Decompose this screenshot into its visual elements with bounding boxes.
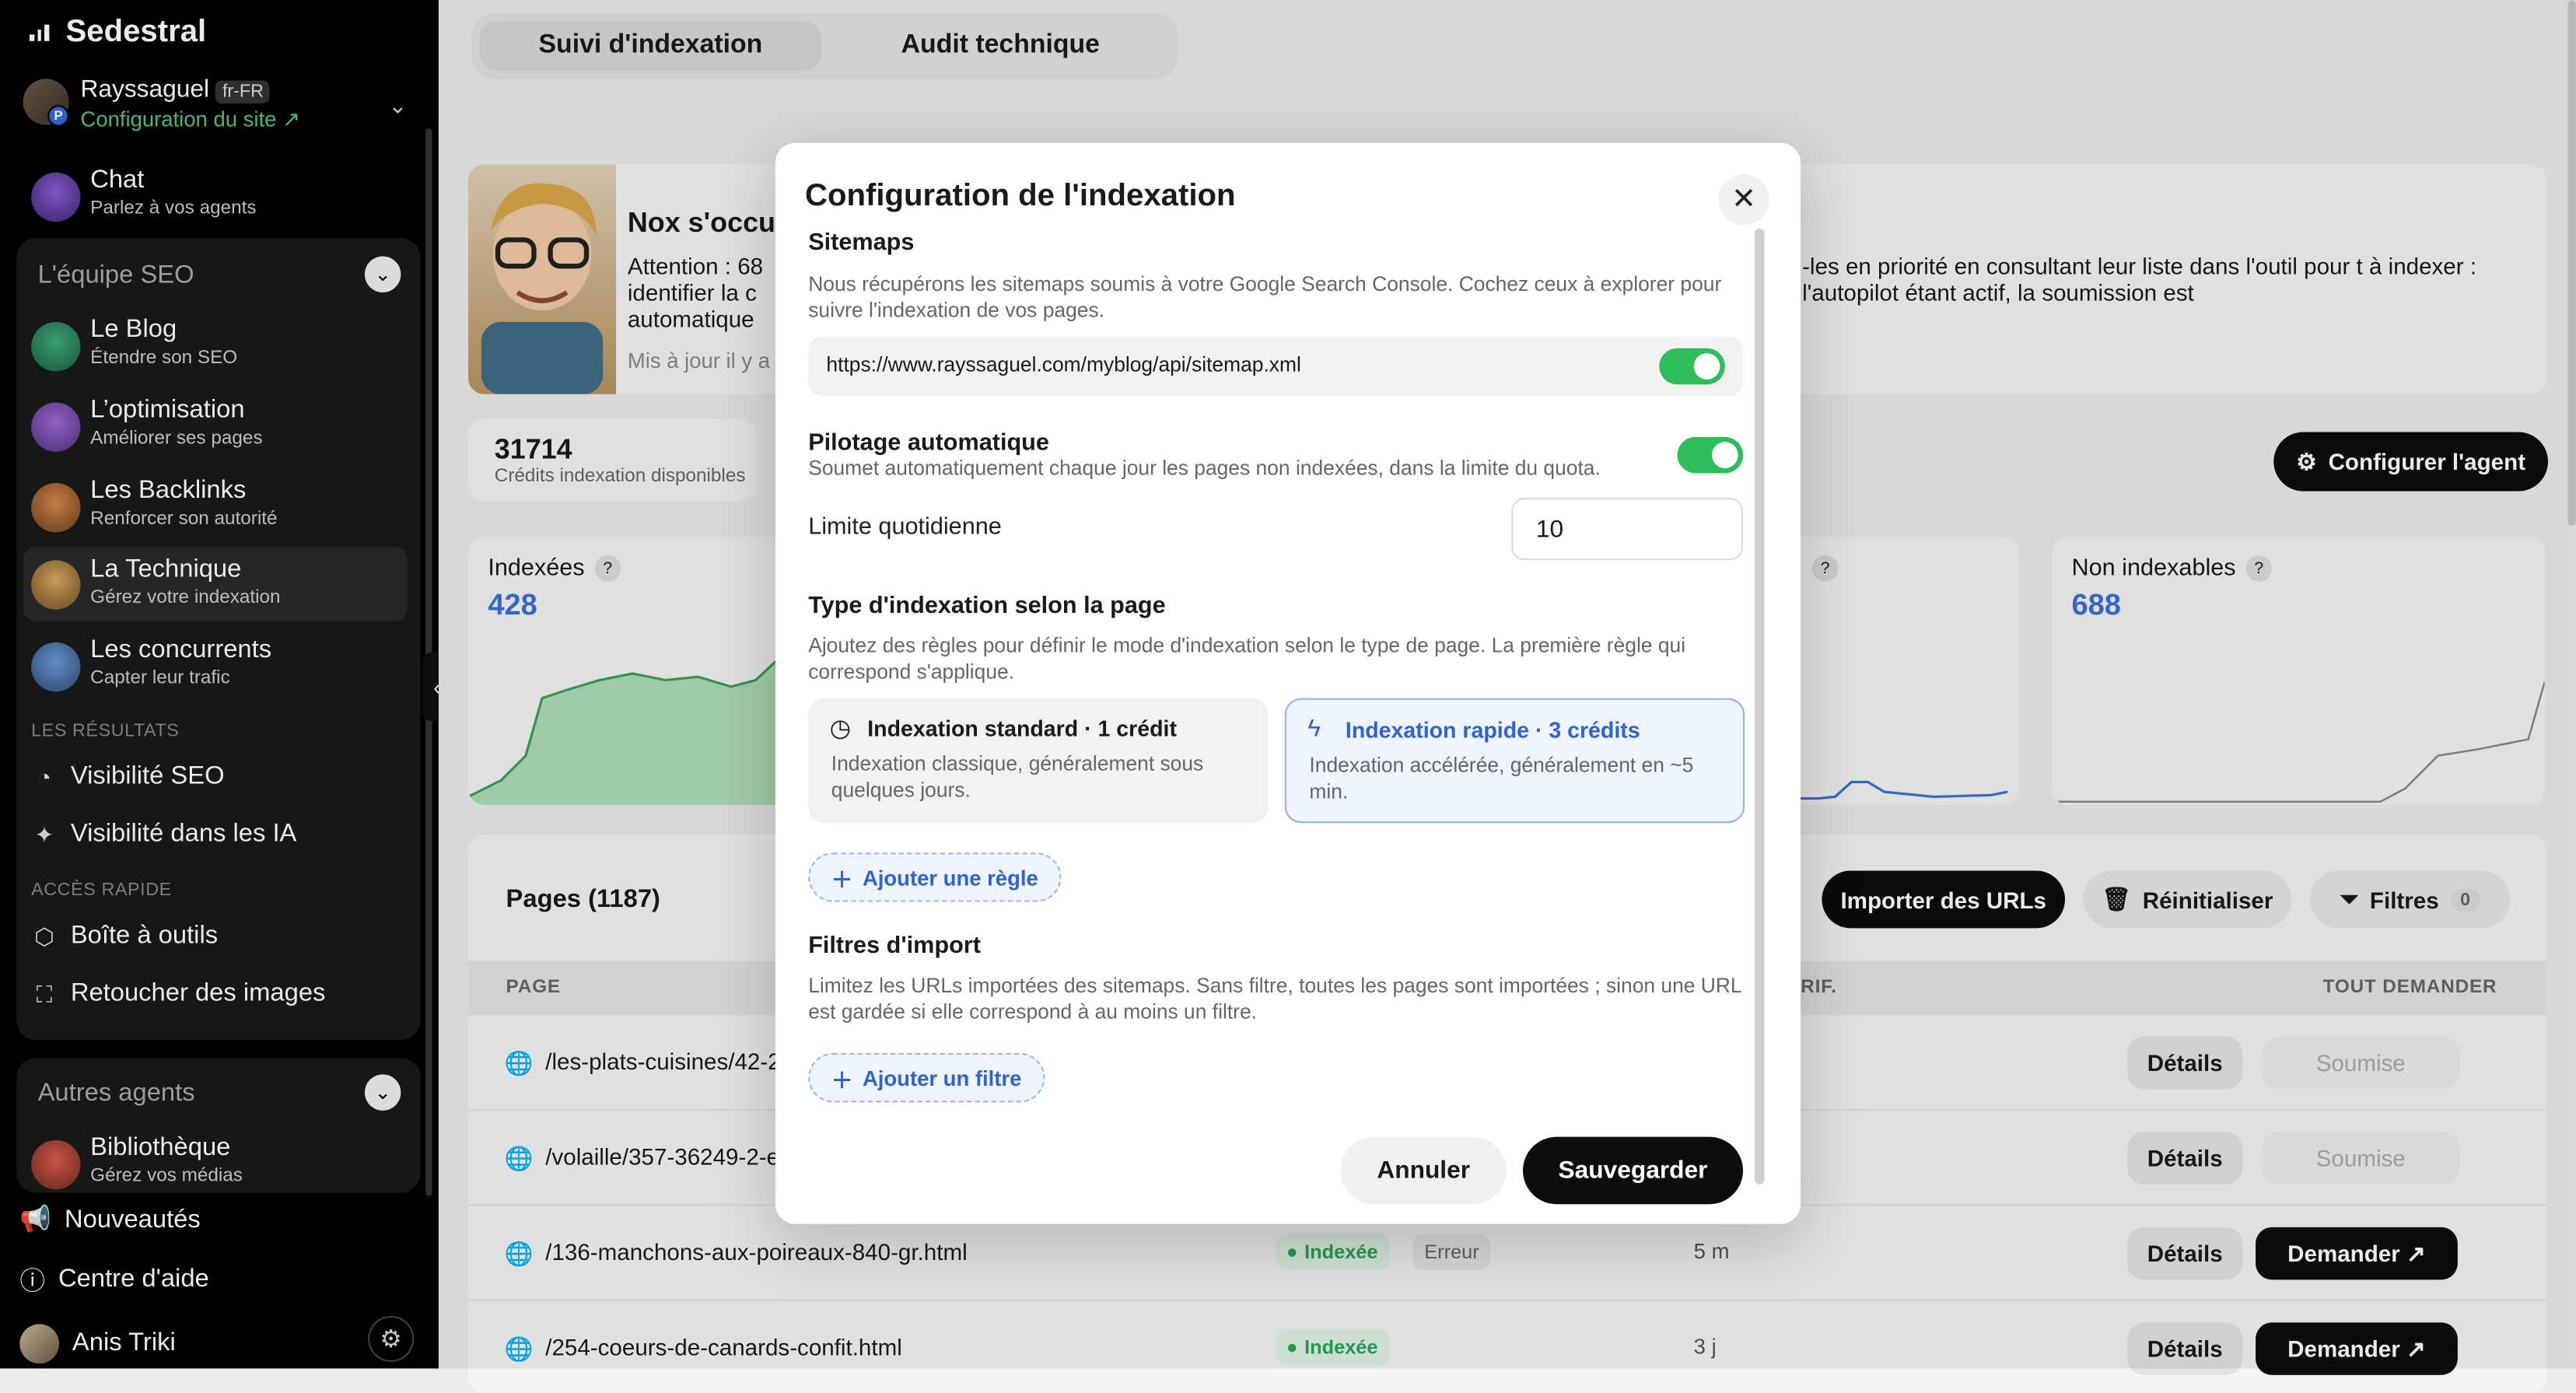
autopilot-toggle[interactable]: [1677, 436, 1744, 474]
daily-limit-label: Limite quotidienne: [808, 514, 1002, 541]
indexing-config-modal: Configuration de l'indexation ✕ Sitemaps…: [775, 142, 1801, 1224]
option-title: Indexation rapide · 3 crédits: [1345, 718, 1640, 743]
clock-icon: ◷: [829, 714, 852, 743]
type-rules-description: Ajoutez des règles pour définir le mode …: [808, 634, 1686, 684]
autopilot-description: Soumet automatiquement chaque jour les p…: [808, 457, 1601, 480]
bolt-icon: ϟ: [1307, 714, 1321, 743]
sitemaps-description: Nous récupérons les sitemaps soumis à vo…: [808, 272, 1722, 322]
cancel-button[interactable]: Annuler: [1340, 1136, 1507, 1205]
close-icon: ✕: [1731, 182, 1757, 215]
add-filter-label: Ajouter un filtre: [862, 1065, 1022, 1090]
save-button[interactable]: Sauvegarder: [1523, 1136, 1744, 1205]
add-filter-button[interactable]: ＋ Ajouter un filtre: [808, 1052, 1045, 1103]
import-filters-description: Limitez les URLs importées des sitemaps.…: [808, 974, 1741, 1024]
option-description: Indexation accélérée, généralement en ~5…: [1309, 754, 1694, 803]
standard-indexing-option[interactable]: ◷ Indexation standard · 1 crédit Indexat…: [808, 698, 1269, 824]
sitemaps-heading: Sitemaps: [808, 229, 915, 257]
close-button[interactable]: ✕: [1718, 173, 1769, 226]
import-filters-heading: Filtres d'import: [808, 933, 981, 960]
option-description: Indexation classique, généralement sous …: [831, 752, 1204, 802]
sitemap-row: https://www.rayssaguel.com/myblog/api/si…: [808, 337, 1744, 397]
sitemap-toggle[interactable]: [1659, 348, 1725, 385]
autopilot-heading: Pilotage automatique: [808, 430, 1049, 457]
option-title: Indexation standard · 1 crédit: [867, 716, 1177, 741]
plus-icon: ＋: [831, 1066, 853, 1092]
modal-title: Configuration de l'indexation: [804, 179, 1236, 214]
modal-scrollbar[interactable]: [1754, 228, 1765, 1185]
sitemap-url: https://www.rayssaguel.com/myblog/api/si…: [826, 353, 1301, 376]
fast-indexing-option[interactable]: ϟ Indexation rapide · 3 crédits Indexati…: [1284, 698, 1745, 824]
daily-limit-input[interactable]: 10: [1511, 497, 1744, 561]
add-rule-button[interactable]: ＋ Ajouter une règle: [808, 852, 1062, 902]
type-rules-heading: Type d'indexation selon la page: [808, 593, 1166, 620]
add-rule-label: Ajouter une règle: [862, 865, 1038, 890]
plus-icon: ＋: [831, 866, 853, 891]
